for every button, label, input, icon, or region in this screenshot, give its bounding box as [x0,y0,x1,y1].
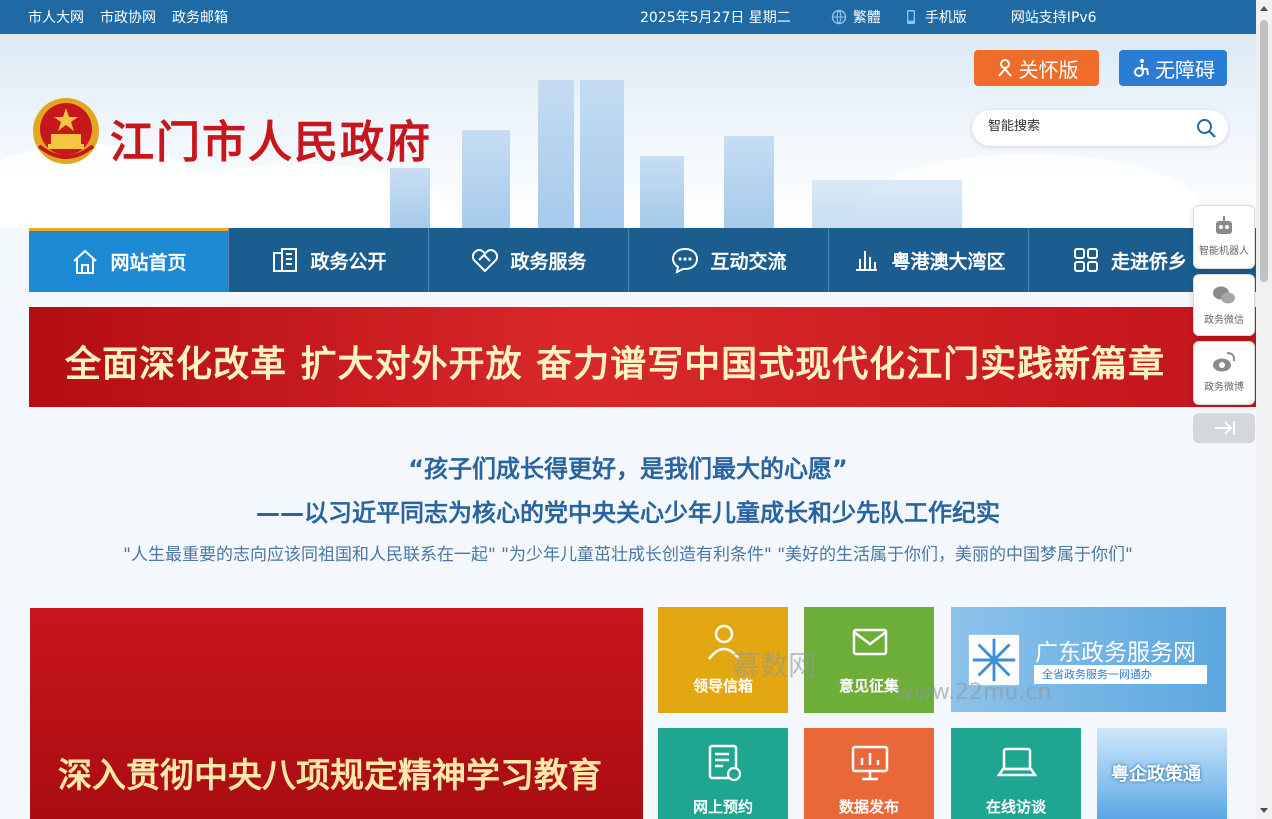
tile-online-booking[interactable]: 网上预约 [658,728,788,819]
mail-icon [852,628,888,656]
gd-service-logo-icon [968,634,1020,686]
scroll-thumb[interactable] [1260,20,1268,282]
date-text: 2025年5月27日 星期二 [640,10,791,26]
float-collapse-button[interactable] [1193,413,1255,443]
yq-policy-link[interactable]: 粤企政策通 [1097,728,1227,819]
link-cppcc[interactable]: 市政协网 [100,7,156,27]
slogan-text: 全面深化改革 扩大对外开放 奋力谱写中国式现代化江门实践新篇章 [65,343,1166,385]
float-wechat[interactable]: 政务微信 [1193,274,1255,336]
nav-interaction[interactable]: 互动交流 [629,228,829,292]
care-icon [997,59,1012,77]
nav-home[interactable]: 网站首页 [29,228,229,292]
robot-icon [1216,216,1232,234]
float-weibo[interactable]: 政务微博 [1193,341,1255,405]
care-mode-button[interactable]: 关怀版 [974,50,1099,86]
mobile-link[interactable]: 手机版 [903,7,967,27]
wechat-icon [1213,286,1235,304]
main-nav: 网站首页 政务公开 政务服务 互动交流 粤港澳大湾区 走进侨乡 [29,228,1256,292]
user-icon [708,624,740,660]
monitor-chart-icon [851,745,889,781]
chat-icon [672,247,699,274]
ipv6-text: 网站支持IPv6 [1010,10,1097,26]
tile-data-release[interactable]: 数据发布 [804,728,934,819]
slogan-banner[interactable]: 全面深化改革 扩大对外开放 奋力谱写中国式现代化江门实践新篇章 [29,307,1256,407]
nav-gov-affairs[interactable]: 政务公开 [229,228,429,292]
arrow-right-icon [1215,421,1235,435]
header-banner: 江门市人民政府 关怀版 无障碍 [0,34,1256,228]
weibo-icon [1213,352,1236,372]
headline-quotes: "人生最重要的志向应该同祖国和人民联系在一起" "为少年儿童茁壮成长创造有利条件… [123,545,1133,565]
tile-online-interview[interactable]: 在线访谈 [951,728,1081,819]
float-robot[interactable]: 智能机器人 [1193,205,1255,269]
top-bar: 市人大网 市政协网 政务邮箱 2025年5月27日 星期二 繁體 手机版 网站支… [0,0,1256,34]
bar-chart-icon [856,251,878,271]
nav-greater-bay[interactable]: 粤港澳大湾区 [829,228,1029,292]
nav-gov-service[interactable]: 政务服务 [429,228,629,292]
headline-title[interactable]: “孩子们成长得更好，是我们最大的心愿” [0,449,1256,484]
traditional-link[interactable]: 繁體 [831,7,881,27]
feature-banner[interactable]: 深入贯彻中央八项规定精神学习教育 [30,608,643,819]
site-title: 江门市人民政府 [110,117,432,168]
feature-text: 深入贯彻中央八项规定精神学习教育 [58,756,602,796]
tile-leader-mailbox[interactable]: 领导信箱 [658,607,788,713]
home-icon [73,249,98,274]
laptop-icon [996,747,1038,777]
building-icon [273,248,298,272]
accessibility-icon [1134,59,1149,77]
gd-gov-service-link[interactable]: 广东政务服务网 全省政务服务一网通办 [951,607,1226,712]
grid-icon [1073,248,1098,272]
phone-icon [906,10,915,24]
search-icon[interactable] [1196,118,1216,138]
globe-icon [831,9,847,25]
accessibility-button[interactable]: 无障碍 [1119,50,1227,86]
tile-opinion[interactable]: 意见征集 [804,607,934,713]
link-gov-mail[interactable]: 政务邮箱 [172,7,228,27]
search-input[interactable] [988,119,1188,134]
calendar-icon [708,744,742,782]
scroll-up-icon[interactable] [1260,6,1268,11]
headline-subtitle[interactable]: ——以习近平同志为核心的党中央关心少年儿童成长和少先队工作纪实 [0,493,1256,528]
scrollbar[interactable] [1256,0,1272,819]
link-npc[interactable]: 市人大网 [28,7,84,27]
search-box [972,110,1228,146]
national-emblem-icon [33,98,99,164]
scroll-down-icon[interactable] [1260,808,1268,813]
handshake-icon [472,249,499,273]
